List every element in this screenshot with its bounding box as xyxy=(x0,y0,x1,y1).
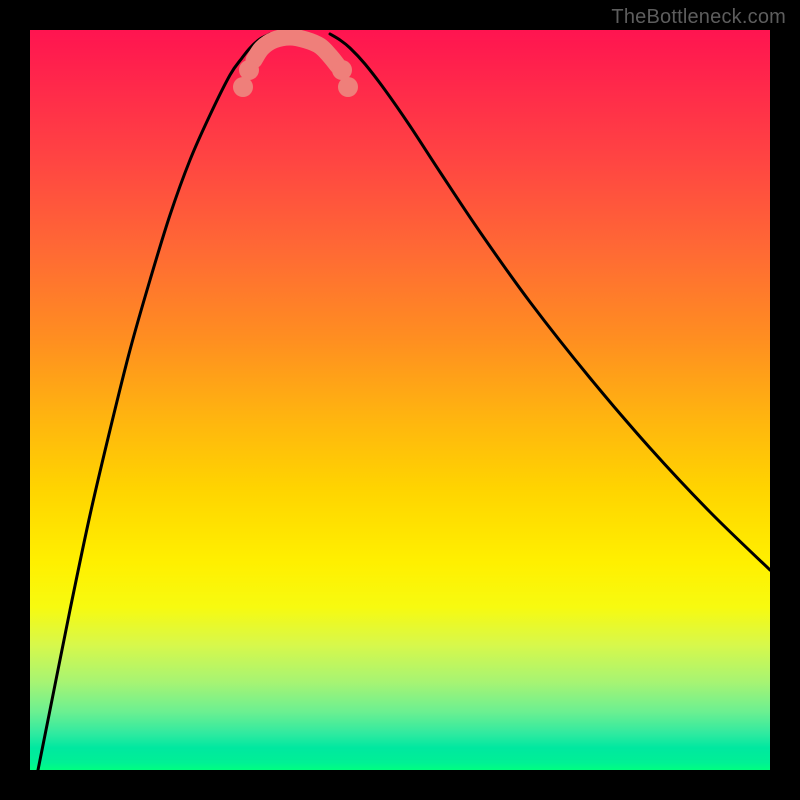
series-path-right-curve xyxy=(330,34,770,570)
chart-frame xyxy=(30,30,770,770)
watermark-text: TheBottleneck.com xyxy=(611,6,786,29)
series-path-bottom-arc xyxy=(254,37,338,66)
series-marker-right-bulb-top xyxy=(338,77,358,97)
chart-svg xyxy=(30,30,770,770)
series-marker-left-bulb-bottom xyxy=(239,60,259,80)
series-marker-left-bulb-top xyxy=(233,77,253,97)
series-path-left-curve xyxy=(30,34,270,770)
series-marker-right-bulb-bottom xyxy=(332,60,352,80)
